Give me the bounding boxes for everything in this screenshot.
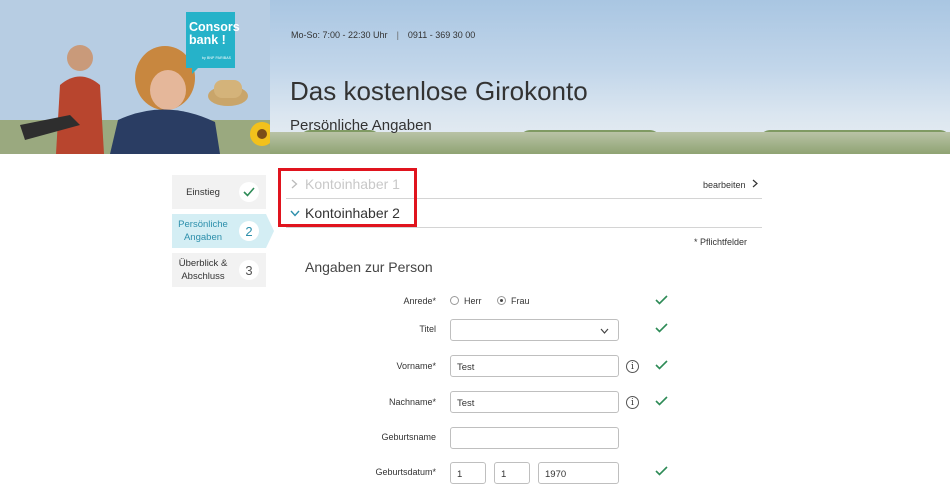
anrede-herr-radio[interactable]	[450, 296, 459, 305]
step-einstieg[interactable]: Einstieg	[172, 175, 266, 209]
info-icon[interactable]: i	[626, 396, 639, 409]
consorsbank-logo[interactable]: Consors bank ! by BNP PARIBAS	[186, 12, 240, 74]
geburtsdatum-day-input[interactable]: 1	[450, 462, 486, 484]
logo-subtext: by BNP PARIBAS	[202, 56, 232, 60]
edit-link[interactable]: bearbeiten	[703, 179, 758, 190]
geburtsdatum-year-input[interactable]: 1970	[538, 462, 619, 484]
nachname-input[interactable]: Test	[450, 391, 619, 413]
checkmark-icon	[239, 182, 259, 202]
valid-check-icon	[655, 360, 668, 370]
nachname-label: Nachname*	[388, 397, 436, 407]
opening-hours: Mo-So: 7:00 - 22:30 Uhr	[291, 30, 388, 40]
phone-number[interactable]: 0911 - 369 30 00	[408, 30, 475, 40]
section-title: Angaben zur Person	[305, 259, 433, 275]
vorname-label: Vorname*	[396, 361, 436, 371]
vorname-input[interactable]: Test	[450, 355, 619, 377]
anrede-frau-radio[interactable]	[497, 296, 506, 305]
valid-check-icon	[655, 396, 668, 406]
step-label: Überblick & Abschluss	[178, 258, 228, 282]
hero-banner: Consors bank ! by BNP PARIBAS Mo-So: 7:0…	[0, 0, 950, 154]
contact-info: Mo-So: 7:00 - 22:30 Uhr | 0911 - 369 30 00	[291, 30, 475, 40]
logo-speech-tail	[192, 68, 198, 74]
geburtsdatum-month-input[interactable]: 1	[494, 462, 530, 484]
step-ueberblick-abschluss[interactable]: Überblick & Abschluss 3	[172, 253, 266, 287]
valid-check-icon	[655, 466, 668, 476]
titel-select[interactable]	[450, 319, 619, 341]
anrede-label: Anrede*	[403, 296, 436, 306]
required-fields-note: * Pflichtfelder	[694, 237, 748, 247]
chevron-down-icon	[600, 328, 609, 334]
valid-check-icon	[655, 295, 668, 305]
page-subtitle: Persönliche Angaben	[290, 117, 432, 134]
edit-link-label: bearbeiten	[702, 180, 746, 190]
geburtsdatum-label: Geburtsdatum*	[375, 467, 436, 477]
titel-label: Titel	[419, 324, 436, 334]
geburtsname-label: Geburtsname	[381, 432, 436, 442]
geburtsname-input[interactable]	[450, 427, 619, 449]
step-label: Einstieg	[186, 186, 220, 198]
chevron-right-icon	[752, 179, 758, 188]
step-persoenliche-angaben[interactable]: Persönliche Angaben 2	[172, 214, 274, 248]
contact-separator: |	[396, 30, 399, 40]
logo-text-line2: bank !	[189, 33, 226, 47]
step-number-badge: 2	[239, 221, 259, 241]
anrede-herr-label[interactable]: Herr	[464, 296, 482, 306]
step-label: Persönliche Angaben	[178, 219, 228, 243]
valid-check-icon	[655, 323, 668, 333]
info-icon[interactable]: i	[626, 360, 639, 373]
highlight-box	[278, 168, 417, 227]
step-number-badge: 3	[239, 260, 259, 280]
anrede-frau-label[interactable]: Frau	[511, 296, 530, 306]
page-title: Das kostenlose Girokonto	[290, 76, 588, 106]
